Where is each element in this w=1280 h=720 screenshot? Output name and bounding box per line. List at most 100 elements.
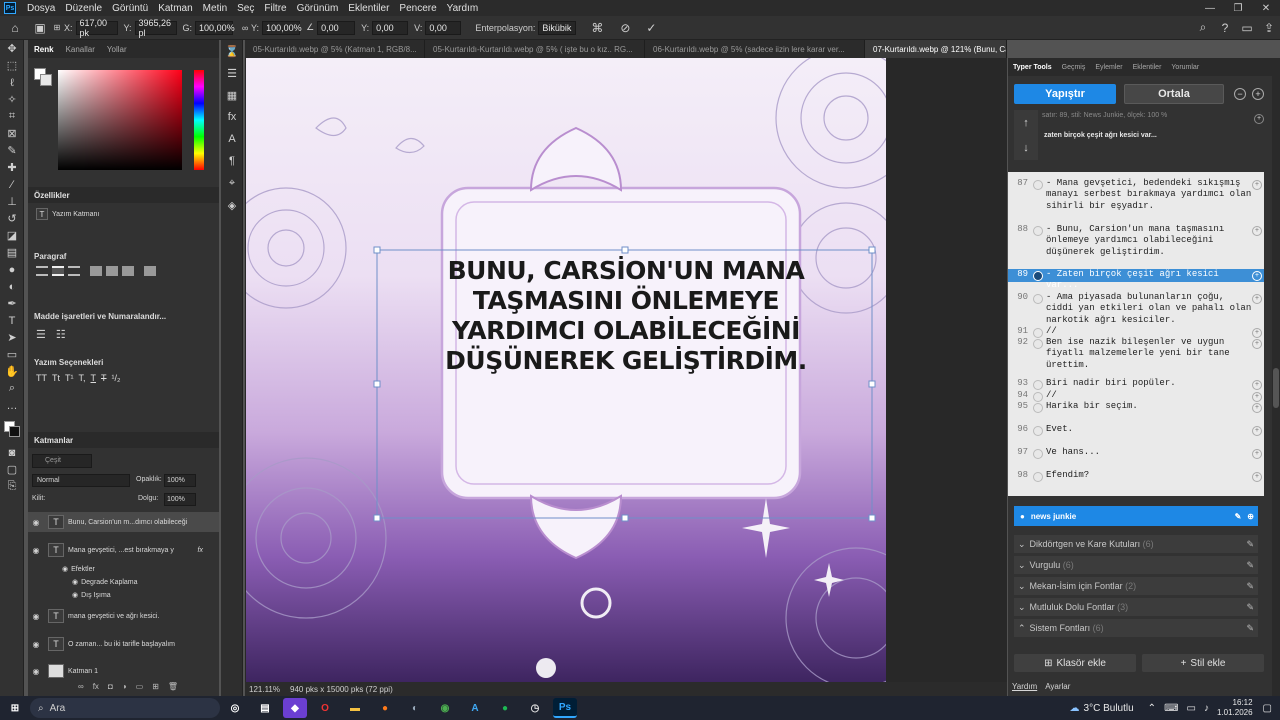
photoshop-taskbar-icon[interactable]: Ps (553, 698, 577, 718)
add-icon[interactable]: + (1252, 449, 1262, 459)
document-tab[interactable]: 05-Kurtarıldı-Kurtarıldı.webp @ 5% ( işt… (425, 40, 645, 58)
layer-effect-row[interactable]: ◉ Degrade Kaplama (28, 576, 219, 588)
add-line-icon[interactable]: + (1254, 114, 1264, 124)
next-line-icon[interactable]: ↓ (1014, 135, 1038, 160)
link-layers-icon[interactable]: ∞ (78, 682, 84, 691)
layer-row[interactable]: ◉ T Mana gevşetici, ...est bırakmaya y fx (28, 540, 219, 560)
menu-view[interactable]: Görünüm (292, 3, 344, 14)
add-icon[interactable]: + (1252, 226, 1262, 236)
type-tool-icon[interactable]: T (0, 312, 24, 329)
brush-tool-icon[interactable]: ∕ (0, 176, 24, 193)
adjustment-icon[interactable]: ◑ (122, 682, 127, 691)
steam-icon[interactable]: ◐ (403, 698, 427, 718)
script-line[interactable]: - Zaten birçok çeşit ağrı kesici var... (1046, 269, 1252, 290)
tab-settings[interactable]: Ayarlar (1045, 682, 1070, 691)
clock-app-icon[interactable]: ◷ (523, 698, 547, 718)
gradient-tool-icon[interactable]: ▤ (0, 244, 24, 261)
tab-history[interactable]: Geçmiş (1057, 64, 1091, 71)
close-icon[interactable]: ✕ (1252, 3, 1280, 14)
3d-panel-icon[interactable]: ◈ (221, 194, 243, 216)
windows-start-icon[interactable]: ⊞ (3, 698, 27, 718)
add-icon[interactable]: + (1252, 294, 1262, 304)
edit-group-icon[interactable]: ✎ (1246, 539, 1254, 550)
widgets-icon[interactable]: ▤ (253, 698, 277, 718)
effect-eye-icon[interactable]: ◉ (72, 578, 78, 586)
interpolation-select[interactable]: Bikübik (538, 20, 577, 35)
menu-window[interactable]: Pencere (394, 3, 441, 14)
group-icon[interactable]: ▭ (136, 682, 144, 691)
visibility-eye-icon[interactable]: ◉ (28, 546, 44, 555)
add-icon[interactable]: + (1252, 403, 1262, 413)
add-icon[interactable]: + (1252, 426, 1262, 436)
menu-type[interactable]: Metin (198, 3, 232, 14)
menu-file[interactable]: Dosya (22, 3, 60, 14)
blur-tool-icon[interactable]: ● (0, 261, 24, 278)
keyboard-icon[interactable]: ⌨ (1164, 703, 1178, 714)
clock[interactable]: 16:12 1.01.2026 (1217, 698, 1253, 718)
blend-mode-select[interactable]: Normal (32, 474, 130, 487)
store-icon[interactable]: A (463, 698, 487, 718)
layer-effects-row[interactable]: ◉ Efektler (28, 563, 219, 575)
copilot-icon[interactable]: ◆ (283, 698, 307, 718)
reference-point-icon[interactable]: ⊞ (50, 23, 64, 32)
underline-button[interactable]: T (91, 373, 97, 383)
commit-transform-icon[interactable]: ✓ (638, 21, 664, 35)
justify-right-icon[interactable] (122, 266, 134, 276)
file-explorer-icon[interactable]: ▬ (343, 698, 367, 718)
justify-left-icon[interactable] (90, 266, 102, 276)
menu-image[interactable]: Görüntü (107, 3, 153, 14)
tab-paths[interactable]: Yollar (101, 45, 133, 54)
align-center-icon[interactable] (52, 266, 64, 276)
visibility-eye-icon[interactable]: ◉ (28, 667, 44, 676)
fill-field[interactable]: 100% (164, 493, 196, 506)
y-field[interactable]: 3965,26 pl (134, 18, 177, 38)
notification-icon[interactable]: ▢ (1263, 703, 1272, 714)
edit-group-icon[interactable]: ✎ (1246, 581, 1254, 592)
layer-row[interactable]: ◉ T mana gevşetici ve ağrı kesici. (28, 606, 219, 626)
search-icon[interactable]: ⌕ (1192, 20, 1214, 35)
right-scrollbar[interactable] (1272, 58, 1280, 696)
edit-style-icon[interactable]: ✎ (1235, 512, 1242, 521)
history-brush-icon[interactable]: ↺ (0, 210, 24, 227)
character-panel-icon[interactable]: A (221, 128, 243, 150)
add-mask-icon[interactable]: ◘ (108, 682, 113, 691)
hue-slider[interactable] (194, 70, 204, 170)
warp-icon[interactable]: ⌘ (582, 21, 612, 35)
layer-effects-badge[interactable]: fx (198, 547, 203, 554)
justify-all-icon[interactable] (144, 266, 156, 276)
angle-field[interactable]: 0,00 (317, 20, 356, 35)
edit-group-icon[interactable]: ✎ (1246, 560, 1254, 571)
zoom-level[interactable]: 121.11% (249, 685, 280, 694)
layer-row[interactable]: ◉ T O zaman... bu iki tarifle başlayalım (28, 634, 219, 654)
color-swatches-icon[interactable] (0, 414, 24, 444)
align-left-icon[interactable] (36, 266, 48, 276)
layers-filter-select[interactable]: Çeşit (32, 454, 92, 468)
rectangle-tool-icon[interactable]: ▭ (0, 346, 24, 363)
spotify-icon[interactable]: ● (493, 698, 517, 718)
height-field[interactable]: 100,00% (262, 20, 302, 35)
add-style-icon[interactable]: fx (93, 682, 99, 691)
width-field[interactable]: 100,00% (195, 20, 235, 35)
add-icon[interactable]: + (1252, 472, 1262, 482)
menu-edit[interactable]: Düzenle (60, 3, 107, 14)
style-group[interactable]: ⌄ Vurgulu (6) ✎ (1014, 556, 1258, 574)
visibility-eye-icon[interactable]: ◉ (28, 612, 44, 621)
line-marker-icon[interactable] (1033, 271, 1043, 281)
taskbar-search[interactable]: ⌕ Ara (30, 698, 220, 718)
delete-layer-icon[interactable]: 🗑 (168, 682, 178, 691)
effect-eye-icon[interactable]: ◉ (72, 591, 78, 599)
home-icon[interactable]: ⌂ (0, 21, 30, 35)
script-line[interactable]: Evet. (1046, 424, 1252, 436)
styles-panel-icon[interactable]: fx (221, 106, 243, 128)
color-field[interactable] (58, 70, 182, 170)
quick-mask-icon[interactable]: ◙ (0, 444, 24, 461)
line-marker-icon[interactable] (1033, 380, 1043, 390)
eraser-icon[interactable]: ◪ (0, 227, 24, 244)
script-line[interactable]: Efendim? (1046, 470, 1252, 482)
help-icon[interactable]: ? (1214, 20, 1236, 35)
justify-center-icon[interactable] (106, 266, 118, 276)
tab-help[interactable]: Yardım (1012, 682, 1037, 691)
screen-mode-icon[interactable]: ▢ (0, 461, 24, 478)
link-icon[interactable]: ∞ (239, 23, 251, 33)
script-line[interactable]: Biri nadir biri popüler. (1046, 378, 1252, 390)
